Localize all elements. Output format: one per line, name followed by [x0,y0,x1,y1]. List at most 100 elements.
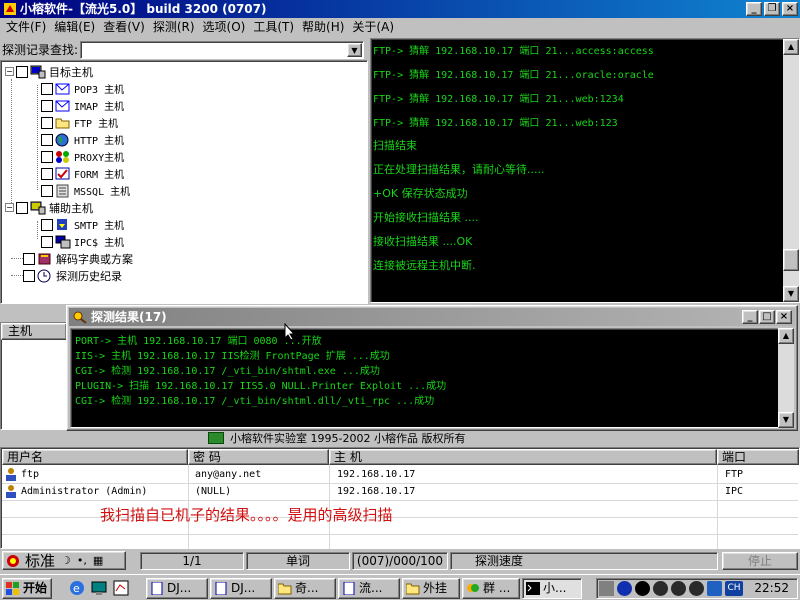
menu-view[interactable]: 查看(V) [99,18,149,37]
taskbar-button-folder[interactable]: 奇... [274,578,336,599]
document-icon [215,582,227,595]
popup-scrollbar[interactable]: ▲ ▼ [778,328,794,428]
tree-node-proxy[interactable]: PROXY主机 [41,148,124,165]
checkbox[interactable] [41,99,53,112]
host-list[interactable]: 主机 [0,322,68,430]
speaker-icon[interactable] [599,581,614,596]
start-button[interactable]: 开始 [2,578,52,599]
channel-icon[interactable] [112,579,130,597]
menu-options[interactable]: 选项(O) [199,18,250,37]
checkbox[interactable] [41,167,53,180]
menu-edit[interactable]: 编辑(E) [50,18,99,37]
tree-node-ftp[interactable]: FTP 主机 [41,114,118,131]
menu-help[interactable]: 帮助(H) [298,18,348,37]
column-header-username[interactable]: 用户名 [2,449,188,465]
qq-icon[interactable] [671,581,686,596]
scroll-down-icon[interactable]: ▼ [783,286,799,302]
column-header-host[interactable]: 主 机 [329,449,717,465]
scan-log-console[interactable]: FTP-> 猜解 192.168.10.17 端口 21...access:ac… [370,38,800,303]
checkbox[interactable] [16,201,28,214]
minimize-button[interactable]: _ [746,2,762,16]
network-icon[interactable] [635,581,650,596]
tree-node-pop3[interactable]: POP3 主机 [41,80,124,97]
result-line: CGI-> 检测 192.168.10.17 /_vti_bin/shtml.e… [75,366,380,377]
taskbar-button-group[interactable]: 群 ... [462,578,520,599]
taskbar-button-dj2[interactable]: DJ... [210,578,272,599]
menu-probe[interactable]: 探测(R) [149,18,199,37]
close-button[interactable]: × [782,2,798,16]
popup-title-bar[interactable]: 探测结果(17) _ □ × [69,308,795,326]
desktop-icon[interactable] [90,579,108,597]
title-bar[interactable]: 小榕软件-【流光5.0】 build 3200 (0707) _ ❐ × [0,0,800,18]
qq-icon[interactable] [689,581,704,596]
column-header-password[interactable]: 密 码 [188,449,329,465]
ie-icon[interactable]: e [68,579,86,597]
checkbox[interactable] [23,252,35,265]
restore-button[interactable]: ❐ [764,2,780,16]
checkbox[interactable] [41,133,53,146]
menu-about[interactable]: 关于(A) [348,18,398,37]
tree-node-ipc[interactable]: IPC$ 主机 [41,233,124,250]
column-header-port[interactable]: 端口 [717,449,799,465]
search-input[interactable]: ▼ [80,41,364,59]
document-icon [343,582,355,595]
tree-node-mssql[interactable]: MSSQL 主机 [41,182,130,199]
ime-toolbar[interactable]: 标准 ☽ •, ▦ [2,551,126,570]
tree-node-form[interactable]: FORM 主机 [41,165,124,182]
menu-tools[interactable]: 工具(T) [249,18,298,37]
language-indicator[interactable]: CH [725,581,743,596]
tree-node-imap[interactable]: IMAP 主机 [41,97,124,114]
checkbox[interactable] [41,184,53,197]
proxy-icon [56,150,69,163]
tree-node-smtp[interactable]: SMTP 主机 [41,216,124,233]
tree-label: IMAP 主机 [74,102,125,113]
keyboard-icon[interactable]: ▦ [93,554,103,567]
taskbar-button-liuguang[interactable]: 流... [338,578,400,599]
checkbox[interactable] [41,116,53,129]
stop-button[interactable]: 停止 [722,552,798,570]
scroll-up-icon[interactable]: ▲ [783,39,799,55]
probe-results-window[interactable]: 探测结果(17) _ □ × PORT-> 主机 192.168.10.17 端… [66,305,798,431]
tree-node-target[interactable]: − 目标主机 [5,63,93,80]
checkbox[interactable] [41,218,53,231]
checkbox[interactable] [41,150,53,163]
moon-icon[interactable]: ☽ [61,554,71,567]
terminal-icon [526,582,540,595]
database-icon [56,184,69,197]
globe-icon [55,133,69,146]
scroll-up-icon[interactable]: ▲ [778,328,794,344]
tree-node-history[interactable]: 探测历史纪录 [23,267,122,284]
collapse-icon[interactable]: − [5,67,14,76]
minimize-button[interactable]: _ [742,310,758,324]
probe-results-console[interactable]: PORT-> 主机 192.168.10.17 端口 0080 ...开放 II… [70,328,780,428]
host-list-header[interactable]: 主机 [1,323,67,340]
windows-logo-icon [6,582,19,595]
tree-node-dict[interactable]: 解码字典或方案 [23,250,133,267]
cracked-accounts-table[interactable]: 用户名 密 码 主 机 端口 ftp any@any.net 192.168.1… [0,447,800,549]
menu-file[interactable]: 文件(F) [2,18,50,37]
shield-icon[interactable] [617,581,632,596]
chevron-down-icon[interactable]: ▼ [347,43,362,57]
checkbox[interactable] [23,269,35,282]
maximize-button[interactable]: □ [759,310,775,324]
result-line: CGI-> 检测 192.168.10.17 /_vti_bin/shtml.d… [75,396,435,407]
host-tree[interactable]: − 目标主机 POP3 主机 IMAP 主机 FTP 主机 HTTP 主机 PR… [0,60,368,304]
qq-icon[interactable] [653,581,668,596]
ime-mode[interactable]: 标准 [25,550,55,571]
checkbox[interactable] [16,65,28,78]
taskbar-button-dj1[interactable]: DJ... [146,578,208,599]
tree-node-aux[interactable]: − 辅助主机 [5,199,93,216]
tree-node-http[interactable]: HTTP 主机 [41,131,124,148]
collapse-icon[interactable]: − [5,203,14,212]
monitor-icon[interactable] [707,581,722,596]
checkbox[interactable] [41,235,53,248]
log-line: FTP-> 猜解 192.168.10.17 端口 21...access:ac… [373,46,654,57]
scroll-down-icon[interactable]: ▼ [778,412,794,428]
scroll-thumb[interactable] [783,249,799,271]
checkbox[interactable] [41,82,53,95]
console-scrollbar[interactable]: ▲ ▼ [783,39,799,302]
punctuation-icon[interactable]: •, [77,554,87,567]
taskbar-button-waigua[interactable]: 外挂 [402,578,460,599]
close-button[interactable]: × [776,310,792,324]
taskbar-button-xiaorong[interactable]: 小... [522,578,582,599]
